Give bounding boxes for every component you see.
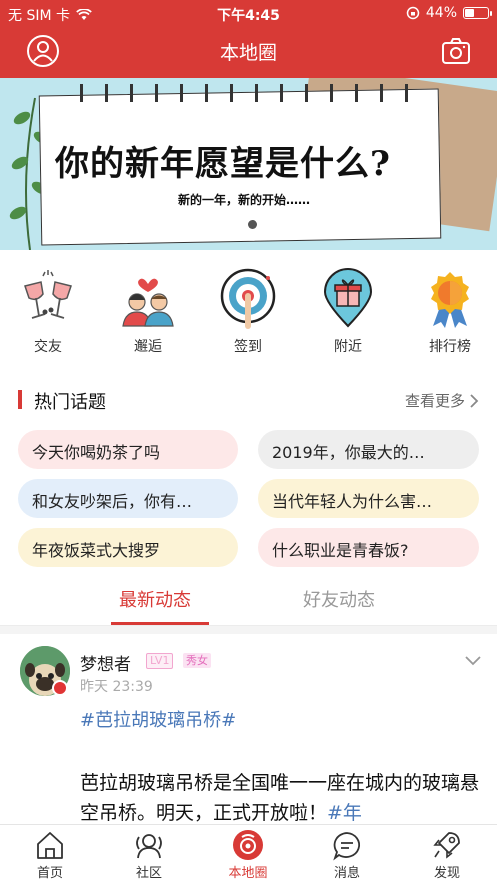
quick-item-ranking[interactable]: 排行榜 — [410, 262, 490, 356]
chevron-down-icon[interactable] — [465, 656, 481, 666]
top-bar: 无 SIM 卡 下午4:45 44% 本地圈 — [0, 0, 497, 78]
nav-home[interactable]: 首页 — [15, 829, 85, 881]
topic-tag[interactable]: 年夜饭菜式大搜罗 — [18, 528, 238, 567]
topic-tag[interactable]: 2019年，你最大的… — [258, 430, 479, 469]
tab-latest[interactable]: 最新动态 — [119, 586, 191, 612]
nav-messages[interactable]: 消息 — [312, 829, 382, 881]
hot-topics-header: 热门话题 查看更多 — [0, 384, 497, 414]
carousel-dot[interactable] — [248, 220, 257, 229]
nav-label: 本地圈 — [228, 866, 268, 881]
community-icon — [136, 834, 162, 859]
status-bar: 无 SIM 卡 下午4:45 44% — [0, 0, 497, 26]
quick-item-nearby[interactable]: 附近 — [308, 262, 388, 356]
bottom-nav: 首页 社区 本地圈 消息 发现 — [0, 824, 497, 883]
tab-underline — [111, 622, 209, 625]
rocket-icon — [433, 832, 460, 859]
nav-label: 社区 — [135, 866, 162, 881]
quick-item-checkin[interactable]: 签到 — [208, 262, 288, 356]
post-inline-hashtag[interactable]: #年 — [327, 802, 362, 824]
notebook-rings — [70, 84, 430, 102]
feed-post[interactable]: 梦想者 LV1 秀女 昨天 23:39 #芭拉胡玻璃吊桥# 芭拉胡玻璃吊桥是全国… — [0, 634, 497, 824]
post-time: 昨天 23:39 — [80, 679, 153, 695]
status-right: 44% — [406, 5, 492, 21]
play-badge-icon — [52, 680, 68, 696]
cheers-icon — [24, 270, 72, 319]
topic-tag[interactable]: 当代年轻人为什么害… — [258, 479, 479, 518]
quick-item-label: 附近 — [334, 339, 362, 355]
nearby-icon — [323, 268, 373, 328]
view-more-label: 查看更多 — [404, 392, 465, 410]
post-hashtag[interactable]: #芭拉胡玻璃吊桥# — [80, 706, 236, 732]
medal-icon — [431, 272, 469, 328]
quick-item-label: 签到 — [234, 339, 262, 355]
section-divider — [0, 626, 497, 634]
message-icon — [333, 832, 360, 861]
home-icon — [37, 832, 63, 859]
feed-tabs: 最新动态 好友动态 — [0, 578, 497, 626]
nav-label: 发现 — [433, 866, 460, 881]
post-text: 芭拉胡玻璃吊桥是全国唯一一座在城内的玻璃悬空吊桥。明天，正式开放啦！#年 — [80, 768, 480, 828]
topic-tag[interactable]: 和女友吵架后，你有… — [18, 479, 238, 518]
battery-icon — [463, 7, 492, 19]
camera-icon[interactable] — [439, 34, 473, 68]
checkin-icon — [220, 268, 276, 329]
section-accent-bar — [18, 390, 22, 409]
nav-local-circle[interactable]: 本地圈 — [213, 829, 283, 881]
hot-topics-title: 热门话题 — [34, 392, 106, 413]
nav-label: 消息 — [333, 866, 360, 881]
banner-title: 你的新年愿望是什么? — [55, 144, 391, 184]
gender-badge: 秀女 — [183, 653, 211, 668]
nav-discover[interactable]: 发现 — [412, 829, 482, 881]
page-title: 本地圈 — [219, 42, 277, 64]
level-badge: LV1 — [146, 653, 174, 669]
battery-percent: 44% — [425, 5, 457, 21]
nav-label: 首页 — [36, 866, 63, 881]
chevron-right-icon — [470, 393, 479, 408]
quick-item-label: 排行榜 — [429, 339, 471, 355]
quick-item-label: 邂逅 — [134, 339, 162, 355]
topic-tag[interactable]: 今天你喝奶茶了吗 — [18, 430, 238, 469]
quick-item-make-friends[interactable]: 交友 — [8, 262, 88, 356]
banner-carousel[interactable]: 你的新年愿望是什么? 新的一年，新的开始…… — [0, 78, 497, 250]
topic-tag[interactable]: 什么职业是青春饭? — [258, 528, 479, 567]
rotation-lock-icon — [406, 6, 420, 20]
quick-item-encounter[interactable]: 邂逅 — [108, 262, 188, 356]
quick-menu: 交友 邂逅 签到 附近 排行榜 — [0, 262, 497, 362]
view-more-link[interactable]: 查看更多 — [405, 390, 479, 411]
post-body: 芭拉胡玻璃吊桥是全国唯一一座在城内的玻璃悬空吊桥。明天，正式开放啦！ — [80, 772, 480, 824]
banner-subtitle: 新的一年，新的开始…… — [178, 193, 311, 207]
couple-icon — [122, 278, 174, 327]
local-circle-icon — [233, 830, 263, 860]
battery-fill — [465, 9, 474, 17]
quick-item-label: 交友 — [34, 339, 62, 355]
nav-community[interactable]: 社区 — [114, 829, 184, 881]
post-username[interactable]: 梦想者 — [80, 650, 131, 675]
tab-friends[interactable]: 好友动态 — [303, 586, 375, 612]
